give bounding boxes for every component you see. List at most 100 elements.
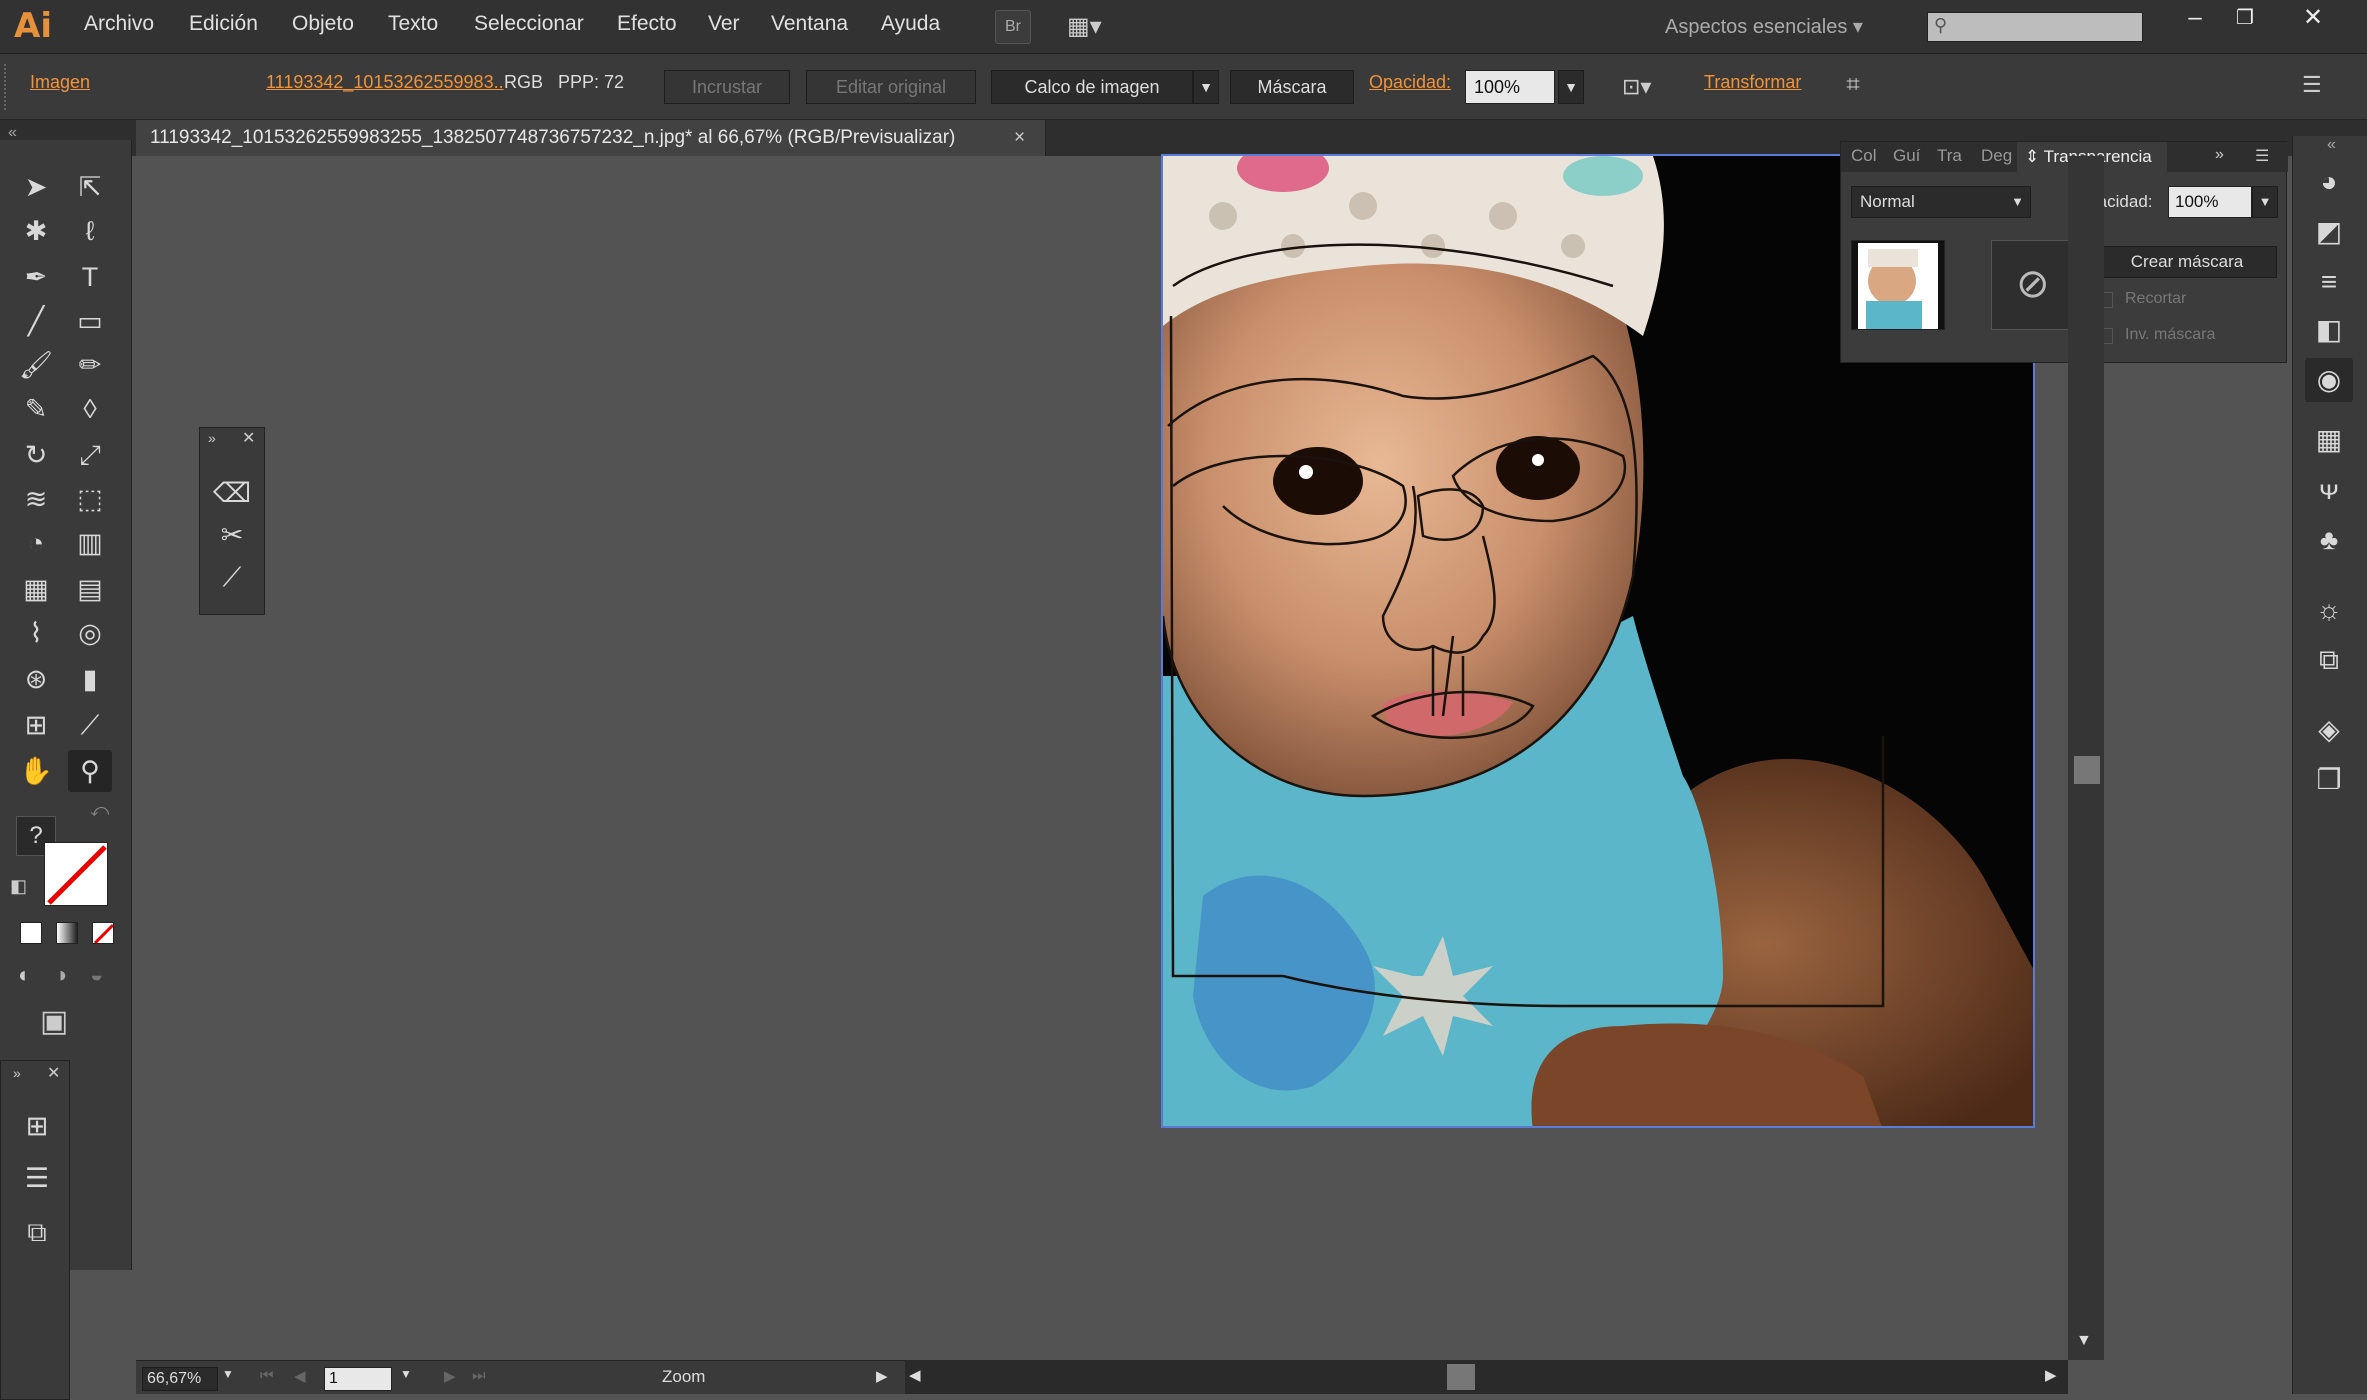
menu-edicion[interactable]: Edición [189, 12, 258, 36]
pencil-tool-icon[interactable]: ✏ [68, 344, 112, 386]
scale-tool-icon[interactable]: ⤢ [68, 434, 112, 476]
blend-tool-icon[interactable]: ◎ [68, 612, 112, 654]
vertical-scrollbar[interactable]: ▼ [2068, 156, 2104, 1360]
symbol-sprayer-tool-icon[interactable]: ⊛ [14, 658, 58, 700]
menu-seleccionar[interactable]: Seleccionar [474, 12, 584, 36]
symbols-panel-icon[interactable]: ♣ [2305, 518, 2353, 562]
linked-filename[interactable]: 11193342_10153262559983.. [266, 72, 504, 93]
mask-button[interactable]: Máscara [1230, 70, 1354, 104]
stroke-swatch[interactable] [44, 842, 108, 906]
brushes-panel-icon[interactable]: ᴪ [2305, 468, 2353, 512]
color-guide-icon[interactable]: ◕ [2305, 160, 2353, 204]
control-bar-grip[interactable] [4, 64, 10, 110]
eraser-tool-icon[interactable]: ⌫ [210, 472, 254, 514]
embed-button[interactable]: Incrustar [664, 70, 790, 104]
panel-expand-icon[interactable]: » [208, 430, 216, 446]
bridge-button[interactable]: Br [995, 10, 1031, 44]
stroke-panel-icon[interactable]: ≡ [2305, 260, 2353, 304]
draw-behind-icon[interactable]: ◑ [54, 962, 67, 988]
eyedropper-tool-icon[interactable]: ⌇ [14, 612, 58, 654]
panel-close-icon[interactable]: ✕ [242, 428, 255, 448]
shape-builder-tool-icon[interactable]: ◔ [14, 522, 58, 564]
close-tab-button[interactable]: × [1014, 120, 1025, 156]
opacity-label[interactable]: Opacidad: [1369, 72, 1451, 93]
artboard-tool-icon[interactable]: ⊞ [14, 704, 58, 746]
dock-close-icon[interactable]: ✕ [47, 1063, 60, 1083]
menu-objeto[interactable]: Objeto [292, 12, 354, 36]
edit-original-button[interactable]: Editar original [806, 70, 976, 104]
minimize-button[interactable]: – [2169, 0, 2221, 36]
menu-ventana[interactable]: Ventana [771, 12, 848, 36]
scroll-down-icon[interactable]: ▼ [2076, 1332, 2092, 1350]
make-mask-button[interactable]: Crear máscara [2097, 246, 2277, 278]
image-trace-button[interactable]: Calco de imagen [991, 70, 1193, 104]
workspace-switcher[interactable]: Aspectos esenciales ▾ [1665, 14, 1863, 39]
opacity-dropdown[interactable]: ▼ [1558, 70, 1584, 104]
arrange-documents-icon[interactable]: ▦▾ [1067, 10, 1119, 44]
transparency-opacity-dropdown[interactable]: ▼ [2252, 186, 2278, 218]
opacity-input[interactable]: 100% [1465, 70, 1555, 104]
status-menu-icon[interactable]: ▶ [876, 1367, 888, 1385]
tab-stroke[interactable]: Tra [1937, 146, 1962, 166]
line-tool-icon[interactable]: ╱ [14, 300, 58, 342]
align-panel-icon[interactable]: ☰ [15, 1157, 59, 1199]
layers-panel-icon[interactable]: ◈ [2305, 708, 2353, 752]
zoom-tool-icon[interactable]: ⚲ [68, 750, 112, 792]
graphic-styles-panel-icon[interactable]: ⧉ [2305, 638, 2353, 682]
menu-texto[interactable]: Texto [388, 12, 438, 36]
panel-menu-icon[interactable]: ☰ [2302, 68, 2342, 102]
width-tool-icon[interactable]: ≋ [14, 478, 58, 520]
gradient-tool-icon[interactable]: ▤ [68, 568, 112, 610]
artboards-panel-icon[interactable]: ⊞ [15, 1105, 59, 1147]
selection-tool-icon[interactable]: ➤ [14, 166, 58, 208]
hand-tool-icon[interactable]: ✋ [14, 750, 58, 792]
scroll-right-icon[interactable]: ▶ [2045, 1366, 2057, 1384]
transparency-opacity-input[interactable]: 100% [2168, 186, 2252, 218]
paintbrush-tool-icon[interactable]: 🖌 [14, 344, 58, 386]
rotate-tool-icon[interactable]: ↻ [14, 434, 58, 476]
pathfinder-panel-icon[interactable]: ⧉ [15, 1211, 59, 1253]
search-input[interactable]: ⚲ [1927, 12, 2143, 42]
blob-brush-tool-icon[interactable]: ✎ [14, 388, 58, 430]
isolate-object-icon[interactable]: ⌗ [1836, 68, 1870, 102]
first-artboard-icon[interactable]: ⏮ [260, 1367, 274, 1384]
panel-collapse-icon[interactable]: » [2215, 146, 2224, 164]
rectangle-tool-icon[interactable]: ▭ [68, 300, 112, 342]
free-transform-tool-icon[interactable]: ⬚ [68, 478, 112, 520]
type-tool-icon[interactable]: T [68, 256, 112, 298]
close-window-button[interactable]: ✕ [2287, 0, 2339, 36]
zoom-level-input[interactable]: 66,67% [142, 1367, 218, 1391]
default-fill-stroke-icon[interactable]: ◧ [10, 876, 27, 897]
swatches-panel-icon[interactable]: ▦ [2305, 418, 2353, 462]
dock-collapse-icon[interactable]: « [2327, 136, 2336, 154]
tab-color[interactable]: Col [1851, 146, 1877, 166]
horizontal-scrollbar[interactable]: ◀ ▶ [905, 1360, 2068, 1394]
magic-wand-tool-icon[interactable]: ✱ [14, 210, 58, 252]
none-mode-icon[interactable] [92, 922, 114, 944]
knife-tool-icon[interactable]: ⟋ [210, 556, 254, 598]
tab-gradient[interactable]: Deg [1981, 146, 2012, 166]
document-tab[interactable]: 11193342_10153262559983255_1382507748736… [136, 120, 1046, 156]
artboard-dropdown-icon[interactable]: ▼ [400, 1367, 412, 1381]
gradient-mode-icon[interactable] [56, 922, 78, 944]
recolor-icon[interactable]: ⊡▾ [1622, 70, 1668, 104]
draw-inside-icon[interactable]: ◒ [90, 962, 103, 988]
blend-mode-select[interactable]: Normal ▼ [1851, 186, 2031, 218]
direct-selection-tool-icon[interactable]: ⇱ [68, 166, 112, 208]
object-thumbnail[interactable] [1851, 240, 1945, 330]
menu-ayuda[interactable]: Ayuda [881, 12, 940, 36]
pen-tool-icon[interactable]: ✒ [14, 256, 58, 298]
last-artboard-icon[interactable]: ⏭ [472, 1367, 486, 1384]
gradient-panel-icon[interactable]: ◧ [2305, 308, 2353, 352]
mesh-tool-icon[interactable]: ▦ [14, 568, 58, 610]
trace-preset-dropdown[interactable]: ▼ [1193, 70, 1219, 104]
scroll-left-icon[interactable]: ◀ [909, 1366, 921, 1384]
menu-efecto[interactable]: Efecto [617, 12, 677, 36]
panel-options-icon[interactable]: ☰ [2255, 146, 2269, 166]
menu-archivo[interactable]: Archivo [84, 12, 154, 36]
dock-expand-icon[interactable]: » [13, 1065, 21, 1081]
vertical-scroll-thumb[interactable] [2074, 756, 2100, 784]
slice-tool-icon[interactable]: ⟋ [68, 704, 112, 746]
artboard-number-input[interactable]: 1 [324, 1367, 392, 1391]
appearance-panel-icon[interactable]: ☼ [2305, 588, 2353, 632]
